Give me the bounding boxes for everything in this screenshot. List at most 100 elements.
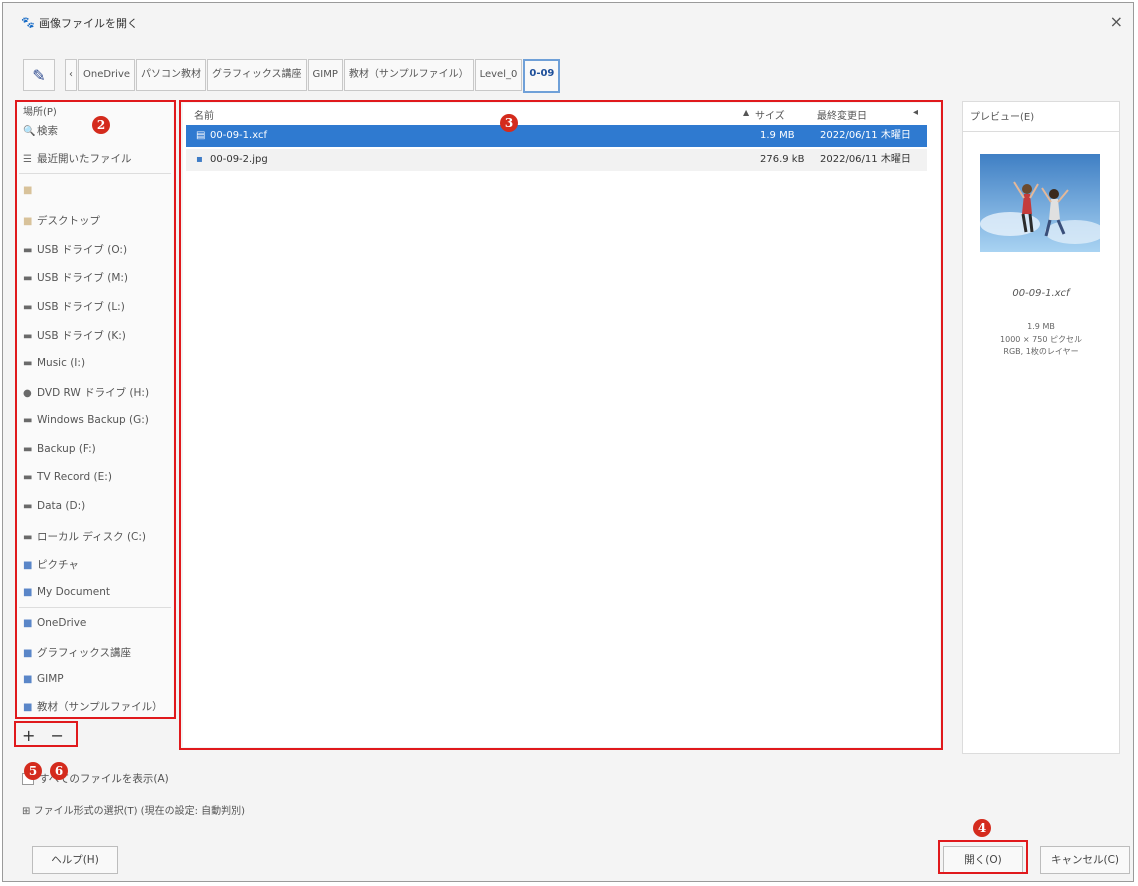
help-button[interactable]: ヘルプ(H) — [32, 846, 118, 874]
place-graphics-course[interactable]: ■ グラフィックス講座 — [23, 645, 131, 660]
place-sample-files[interactable]: ■ 教材（サンプルファイル） — [23, 699, 163, 714]
preview-thumbnail — [980, 154, 1100, 252]
drive-icon: ▬ — [23, 501, 33, 512]
place-label: 検索 — [37, 125, 58, 137]
place-label: TV Record (E:) — [37, 471, 112, 483]
place-data[interactable]: ▬ Data (D:) — [23, 500, 85, 512]
sidebar-divider — [19, 607, 171, 608]
place-search[interactable]: 🔍 検索 — [23, 123, 58, 138]
folder-icon: ■ — [23, 587, 33, 598]
column-header-size[interactable]: サイズ — [755, 107, 785, 122]
preview-dimensions: 1000 × 750 ピクセル — [1000, 335, 1082, 344]
file-name: 00-09-2.jpg — [210, 154, 268, 165]
place-recent[interactable]: ☰ 最近開いたファイル — [23, 151, 132, 166]
place-local-disk[interactable]: ▬ ローカル ディスク (C:) — [23, 529, 146, 544]
place-label: USB ドライブ (K:) — [37, 330, 126, 342]
bookmark-controls: + − — [22, 726, 64, 745]
annotation-badge-5: 5 — [24, 762, 42, 780]
breadcrumb-pc-material[interactable]: パソコン教材 — [136, 59, 207, 91]
expander-icon: ⊞ — [22, 806, 31, 817]
place-label: GIMP — [37, 673, 64, 685]
file-type-label: ファイル形式の選択(T) (現在の設定: 自動判別) — [33, 806, 246, 817]
place-onedrive[interactable]: ■ OneDrive — [23, 617, 86, 629]
folder-icon: ■ — [23, 674, 33, 685]
place-label: USB ドライブ (O:) — [37, 244, 128, 256]
column-header-modified[interactable]: 最終変更日 — [817, 107, 867, 122]
preview-title: プレビュー(E) — [963, 102, 1119, 132]
place-label: Data (D:) — [37, 500, 86, 512]
place-backup[interactable]: ▬ Backup (F:) — [23, 443, 96, 455]
column-menu-arrow[interactable]: ◂ — [913, 107, 918, 118]
cancel-button[interactable]: キャンセル(C) — [1040, 846, 1130, 874]
place-pictures[interactable]: ■ ピクチャ — [23, 557, 79, 572]
place-gimp[interactable]: ■ GIMP — [23, 673, 64, 685]
place-label: Backup (F:) — [37, 443, 96, 455]
breadcrumb: ‹ OneDrive パソコン教材 グラフィックス講座 GIMP 教材（サンプル… — [65, 59, 561, 93]
breadcrumb-level0[interactable]: Level_0 — [474, 59, 523, 91]
drive-icon: ▬ — [23, 415, 33, 426]
place-label: Music (I:) — [37, 357, 86, 369]
place-usb-o[interactable]: ▬ USB ドライブ (O:) — [23, 242, 127, 257]
place-usb-m[interactable]: ▬ USB ドライブ (M:) — [23, 270, 128, 285]
places-sidebar: 場所(P) 🔍 検索 ☰ 最近開いたファイル ■ ■ デスクトップ ▬ USB ドライブ… — [17, 101, 173, 717]
place-usb-l[interactable]: ▬ USB ドライブ (L:) — [23, 299, 125, 314]
place-label: DVD RW ドライブ (H:) — [37, 387, 150, 399]
xcf-file-icon: ▤ — [196, 130, 206, 141]
sidebar-divider — [19, 173, 171, 174]
folder-icon: ■ — [23, 648, 33, 659]
preview-file-size: 1.9 MB — [1027, 322, 1055, 331]
place-dvd[interactable]: ● DVD RW ドライブ (H:) — [23, 385, 149, 400]
close-icon[interactable]: × — [1110, 12, 1123, 31]
annotation-badge-4: 4 — [973, 819, 991, 837]
places-header: 場所(P) — [23, 107, 57, 118]
preview-color-layers: RGB, 1枚のレイヤー — [1003, 347, 1079, 356]
breadcrumb-gimp[interactable]: GIMP — [307, 59, 343, 91]
file-size: 276.9 kB — [760, 154, 805, 165]
preview-panel: プレビュー(E) 00-09-1.xcf 1.9 MB 1000 × 750 ピ… — [962, 101, 1120, 754]
show-all-files-option[interactable]: すべてのファイルを表示(A) — [22, 771, 169, 786]
place-label: USB ドライブ (M:) — [37, 272, 129, 284]
drive-icon: ▬ — [23, 273, 33, 284]
annotation-badge-6: 6 — [50, 762, 68, 780]
title-bar: 🐾 画像ファイルを開く × — [3, 3, 1133, 43]
place-home[interactable]: ■ — [23, 184, 37, 196]
place-usb-k[interactable]: ▬ USB ドライブ (K:) — [23, 328, 126, 343]
column-header-name[interactable]: 名前 — [194, 107, 214, 122]
breadcrumb-onedrive[interactable]: OneDrive — [78, 59, 136, 91]
folder-icon: ■ — [23, 185, 33, 196]
pencil-icon[interactable]: ✎ — [23, 59, 55, 91]
drive-icon: ▬ — [23, 532, 33, 543]
place-my-document[interactable]: ■ My Document — [23, 586, 110, 598]
drive-icon: ▬ — [23, 331, 33, 342]
breadcrumb-graphics-course[interactable]: グラフィックス講座 — [207, 59, 307, 91]
place-label: 教材（サンプルファイル） — [37, 701, 163, 713]
folder-icon: ■ — [23, 618, 33, 629]
place-music[interactable]: ▬ Music (I:) — [23, 357, 85, 369]
breadcrumb-scroll-left[interactable]: ‹ — [65, 59, 77, 91]
file-row[interactable]: ▪ 00-09-2.jpg 276.9 kB 2022/06/11 木曜日 — [186, 149, 927, 171]
remove-bookmark-button[interactable]: − — [51, 726, 64, 745]
add-bookmark-button[interactable]: + — [22, 726, 35, 745]
place-desktop[interactable]: ■ デスクトップ — [23, 213, 100, 228]
file-size: 1.9 MB — [760, 130, 795, 141]
file-row-selected[interactable]: ▤ 00-09-1.xcf 1.9 MB 2022/06/11 木曜日 — [186, 125, 927, 147]
breadcrumb-current-folder[interactable]: 0-09 — [523, 59, 561, 93]
file-modified: 2022/06/11 木曜日 — [820, 130, 911, 141]
sort-arrow-icon: ▲ — [743, 108, 750, 117]
drive-icon: ▬ — [23, 444, 33, 455]
drive-icon: ▬ — [23, 358, 33, 369]
place-label: Windows Backup (G:) — [37, 414, 149, 426]
annotation-badge-3: 3 — [500, 114, 518, 132]
place-windows-backup[interactable]: ▬ Windows Backup (G:) — [23, 414, 149, 426]
folder-icon: ■ — [23, 560, 33, 571]
file-name: 00-09-1.xcf — [210, 130, 267, 141]
file-type-expander[interactable]: ⊞ ファイル形式の選択(T) (現在の設定: 自動判別) — [22, 802, 245, 817]
place-tv-record[interactable]: ▬ TV Record (E:) — [23, 471, 112, 483]
place-label: ローカル ディスク (C:) — [37, 531, 147, 543]
folder-icon: ■ — [23, 702, 33, 713]
open-button[interactable]: 開く(O) — [943, 846, 1023, 874]
drive-icon: ▬ — [23, 245, 33, 256]
place-label: デスクトップ — [37, 215, 100, 227]
breadcrumb-sample-files[interactable]: 教材（サンプルファイル） — [343, 59, 474, 91]
place-label: ピクチャ — [37, 559, 79, 571]
